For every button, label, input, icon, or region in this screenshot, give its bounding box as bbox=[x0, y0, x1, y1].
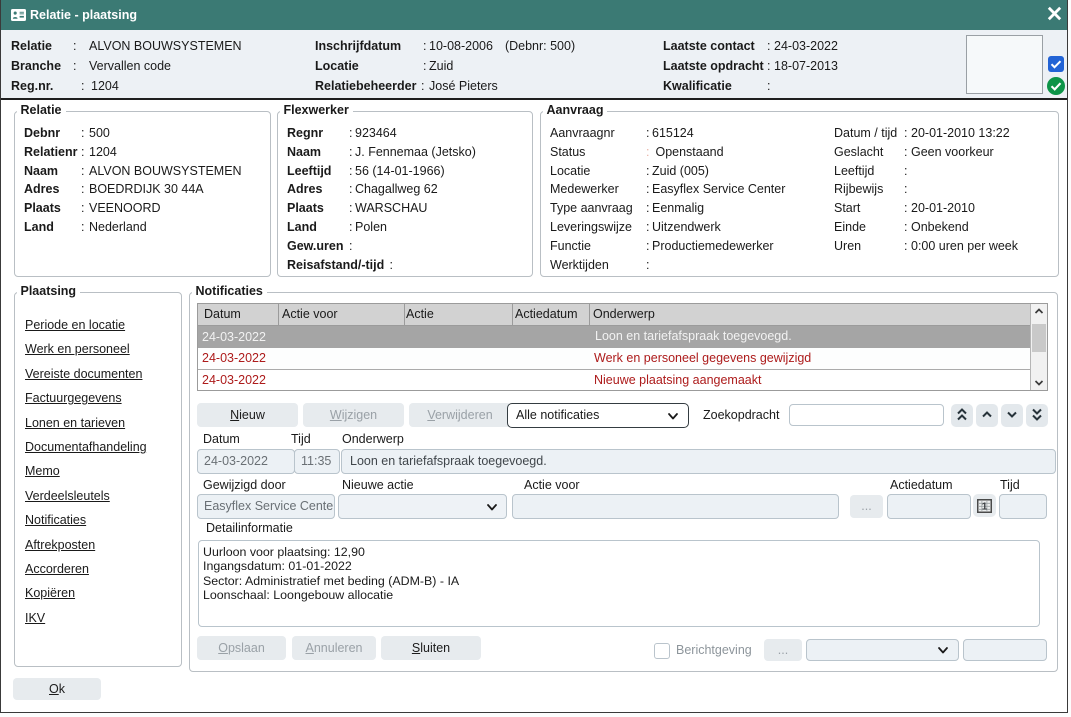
svg-text:1: 1 bbox=[982, 501, 988, 512]
